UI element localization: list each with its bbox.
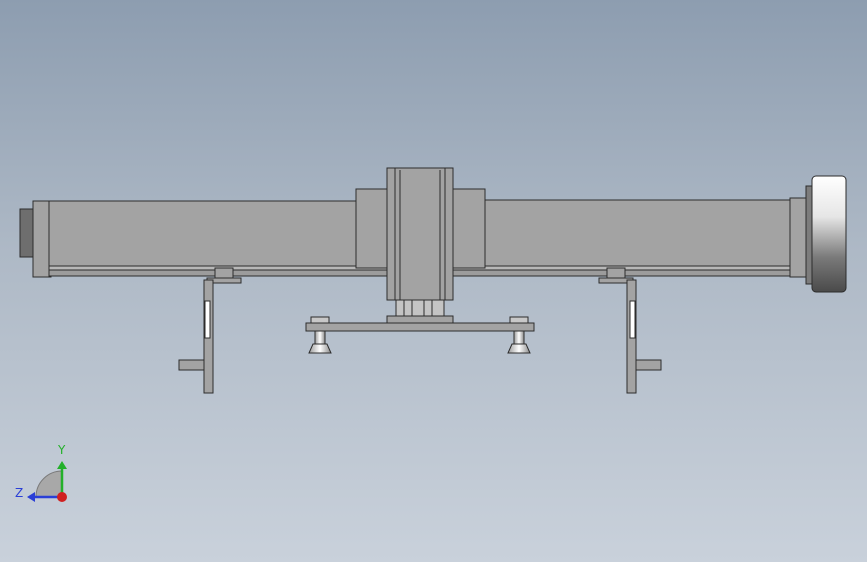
y-arrow-head bbox=[57, 461, 67, 469]
right-end-flange bbox=[789, 185, 814, 285]
z-axis-label: Z bbox=[15, 486, 24, 500]
suction-cup-right bbox=[507, 316, 531, 354]
y-axis-label: Y bbox=[58, 443, 66, 457]
left-end-cap bbox=[19, 200, 52, 278]
cad-model bbox=[19, 167, 847, 502]
mounting-plate bbox=[305, 322, 535, 332]
x-axis-dot bbox=[57, 492, 67, 502]
handwheel bbox=[811, 175, 847, 293]
carriage bbox=[386, 167, 454, 325]
support-bracket-left bbox=[178, 267, 242, 394]
cad-viewport[interactable]: Y Z bbox=[0, 0, 867, 562]
coordinate-triad bbox=[27, 461, 67, 502]
suction-cup-left bbox=[308, 316, 332, 354]
support-bracket-right bbox=[598, 267, 662, 394]
z-arrow-head bbox=[27, 492, 35, 502]
